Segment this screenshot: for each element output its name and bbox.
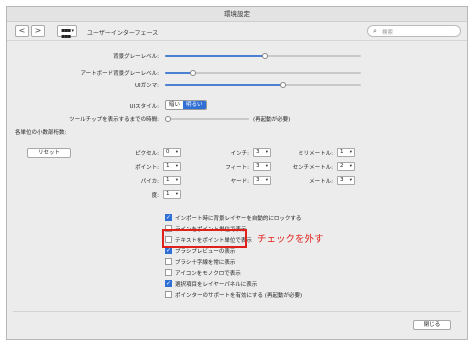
inch-label: インチ:: [230, 151, 249, 157]
chevron-down-icon: ▾: [349, 150, 352, 155]
pica-select[interactable]: 1 ▾: [163, 176, 181, 185]
option-label-pointer-support: ポインターのサポートを有効にする (再起動が必要): [175, 293, 303, 299]
tooltip-delay-label: ツールチップを表示するまでの時間:: [69, 117, 159, 123]
option-label-brush-crosshair: ブラシ十字線を常に表示: [175, 260, 236, 266]
option-label-selection-layers: 選択項目をレイヤーパネルに表示: [175, 282, 258, 288]
pica-value: 1: [166, 177, 170, 183]
degree-select[interactable]: 1 ▾: [163, 190, 181, 199]
option-label-mono-icons: アイコンをモノクロで表示: [175, 271, 241, 277]
meter-value: 3: [340, 177, 344, 183]
degree-label: 度:: [151, 193, 159, 199]
chevron-down-icon: ▾: [71, 28, 74, 34]
artboard-gray-label: アートボード背景グレーレベル:: [80, 71, 159, 77]
option-label-brush-preview: ブラシプレビューの表示: [175, 249, 236, 255]
chevron-down-icon: ▾: [265, 178, 268, 183]
chevron-down-icon: ▾: [349, 164, 352, 169]
millimeter-select[interactable]: 1 ▾: [337, 148, 355, 157]
point-label: ポイント:: [135, 165, 159, 171]
yard-value: 3: [256, 177, 260, 183]
tooltip-delay-note: (再起動が必要): [253, 117, 291, 123]
feet-value: 3: [256, 163, 260, 169]
divider: [13, 311, 461, 312]
degree-value: 1: [166, 191, 170, 197]
chevron-down-icon: ▾: [175, 164, 178, 169]
bg-gray-label: 背景グレーレベル:: [113, 54, 159, 60]
tooltip-delay-track[interactable]: [165, 118, 249, 120]
centimeter-label: センチメートル:: [292, 165, 333, 171]
point-value: 1: [166, 163, 170, 169]
annotation-text: チェックを外す: [257, 234, 324, 245]
millimeter-label: ミリメートル:: [298, 151, 333, 157]
preferences-window: 環境設定 < > ▪▪▪ ▪▪▪ ▾ ユーザーインターフェース ⌕ 検索 背景グレ…: [6, 6, 468, 340]
option-checkbox-mono-icons[interactable]: [165, 269, 172, 276]
pixel-label: ピクセル:: [135, 151, 159, 157]
option-checkbox-pointer-support[interactable]: [165, 291, 172, 298]
category-grid-button[interactable]: ▪▪▪ ▪▪▪ ▾: [57, 25, 77, 40]
ui-gamma-knob[interactable]: [280, 82, 286, 88]
highlight-box: [162, 229, 247, 248]
option-label-lock-bg: インポート時に背景レイヤーを自動的にロックする: [175, 216, 302, 222]
point-select[interactable]: 1 ▾: [163, 162, 181, 171]
millimeter-value: 1: [340, 149, 344, 155]
search-placeholder: 検索: [382, 30, 394, 36]
inch-value: 3: [256, 149, 260, 155]
search-input[interactable]: ⌕ 検索: [367, 25, 461, 37]
option-checkbox-brush-preview[interactable]: ✓: [165, 247, 172, 254]
search-icon: ⌕: [373, 27, 377, 35]
window-title: 環境設定: [7, 7, 467, 22]
close-button[interactable]: 閉じる: [413, 320, 451, 330]
chevron-down-icon: ▾: [265, 164, 268, 169]
meter-label: メートル:: [309, 179, 333, 185]
decimals-header: 各単位の小数部桁数:: [15, 130, 67, 136]
artboard-gray-fill: [165, 72, 193, 74]
toolbar: < > ▪▪▪ ▪▪▪ ▾ ユーザーインターフェース ⌕ 検索: [7, 22, 467, 41]
chevron-down-icon: ▾: [175, 150, 178, 155]
ui-style-label: UIスタイル:: [129, 104, 159, 110]
artboard-gray-knob[interactable]: [190, 70, 196, 76]
option-checkbox-brush-crosshair[interactable]: [165, 258, 172, 265]
ui-gamma-fill: [165, 84, 283, 86]
chevron-down-icon: ▾: [175, 192, 178, 197]
pica-label: パイカ:: [140, 179, 159, 185]
centimeter-select[interactable]: 2 ▾: [337, 162, 355, 171]
yard-label: ヤード:: [230, 179, 249, 185]
reset-button[interactable]: リセット: [27, 148, 71, 158]
feet-label: フィート:: [225, 165, 249, 171]
breadcrumb: ユーザーインターフェース: [87, 30, 159, 37]
ui-gamma-label: UIガンマ:: [134, 83, 159, 89]
ui-style-dark[interactable]: 暗い: [166, 101, 183, 109]
bg-gray-fill: [165, 55, 265, 57]
ui-style-toggle[interactable]: 暗い 明るい: [165, 100, 207, 110]
grid-icon: ▪▪▪ ▪▪▪: [61, 27, 71, 40]
chevron-down-icon: ▾: [175, 178, 178, 183]
chevron-down-icon: ▾: [265, 150, 268, 155]
option-checkbox-selection-layers[interactable]: ✓: [165, 280, 172, 287]
ui-style-light[interactable]: 明るい: [183, 101, 206, 109]
centimeter-value: 2: [340, 163, 344, 169]
back-button[interactable]: <: [15, 25, 29, 37]
forward-button[interactable]: >: [31, 25, 45, 37]
bg-gray-knob[interactable]: [262, 53, 268, 59]
tooltip-delay-knob[interactable]: [165, 116, 171, 122]
chevron-down-icon: ▾: [349, 178, 352, 183]
pixel-value: 0: [166, 149, 170, 155]
pixel-select[interactable]: 0 ▾: [163, 148, 181, 157]
option-checkbox-lock-bg[interactable]: ✓: [165, 214, 172, 221]
meter-select[interactable]: 3 ▾: [337, 176, 355, 185]
